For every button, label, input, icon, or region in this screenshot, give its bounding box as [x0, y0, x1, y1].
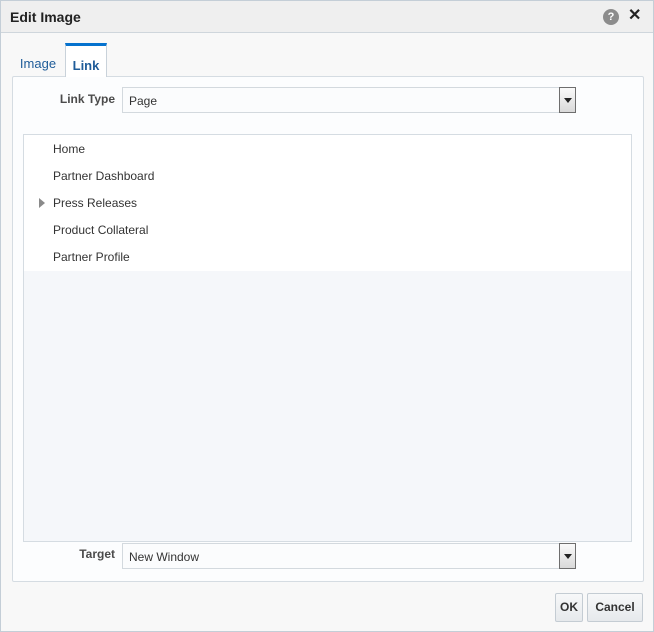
tab-link[interactable]: Link — [65, 43, 107, 77]
dialog-titlebar: Edit Image ? ✕ — [1, 1, 653, 33]
expand-triangle-icon[interactable] — [39, 198, 45, 208]
tree-item-partner-profile[interactable]: Partner Profile — [53, 250, 130, 264]
tree-item-home[interactable]: Home — [53, 142, 85, 156]
link-type-select[interactable]: Page — [122, 87, 576, 113]
link-panel: Link Type Page Home Partner Dashboard Pr… — [12, 76, 644, 582]
tree-item-product-collateral[interactable]: Product Collateral — [53, 223, 148, 237]
target-select[interactable]: New Window — [122, 543, 576, 569]
close-icon[interactable]: ✕ — [628, 7, 641, 25]
chevron-down-icon[interactable] — [559, 543, 576, 569]
help-icon[interactable]: ? — [603, 9, 619, 25]
link-type-label: Link Type — [59, 92, 115, 106]
tree-item-press-releases[interactable]: Press Releases — [53, 196, 137, 210]
ok-button[interactable]: OK — [555, 593, 583, 622]
cancel-button[interactable]: Cancel — [587, 593, 643, 622]
tab-image[interactable]: Image — [13, 44, 63, 76]
link-type-value: Page — [129, 94, 158, 108]
dialog-title: Edit Image — [10, 9, 81, 25]
tree-items: Home Partner Dashboard Press Releases Pr… — [24, 135, 631, 271]
tree-item-partner-dashboard[interactable]: Partner Dashboard — [53, 169, 154, 183]
target-label: Target — [79, 547, 115, 561]
target-value: New Window — [129, 550, 200, 564]
chevron-down-icon[interactable] — [559, 87, 576, 113]
edit-image-dialog: Edit Image ? ✕ Image Link Link Type Page… — [0, 0, 654, 632]
page-tree: Home Partner Dashboard Press Releases Pr… — [23, 134, 632, 542]
